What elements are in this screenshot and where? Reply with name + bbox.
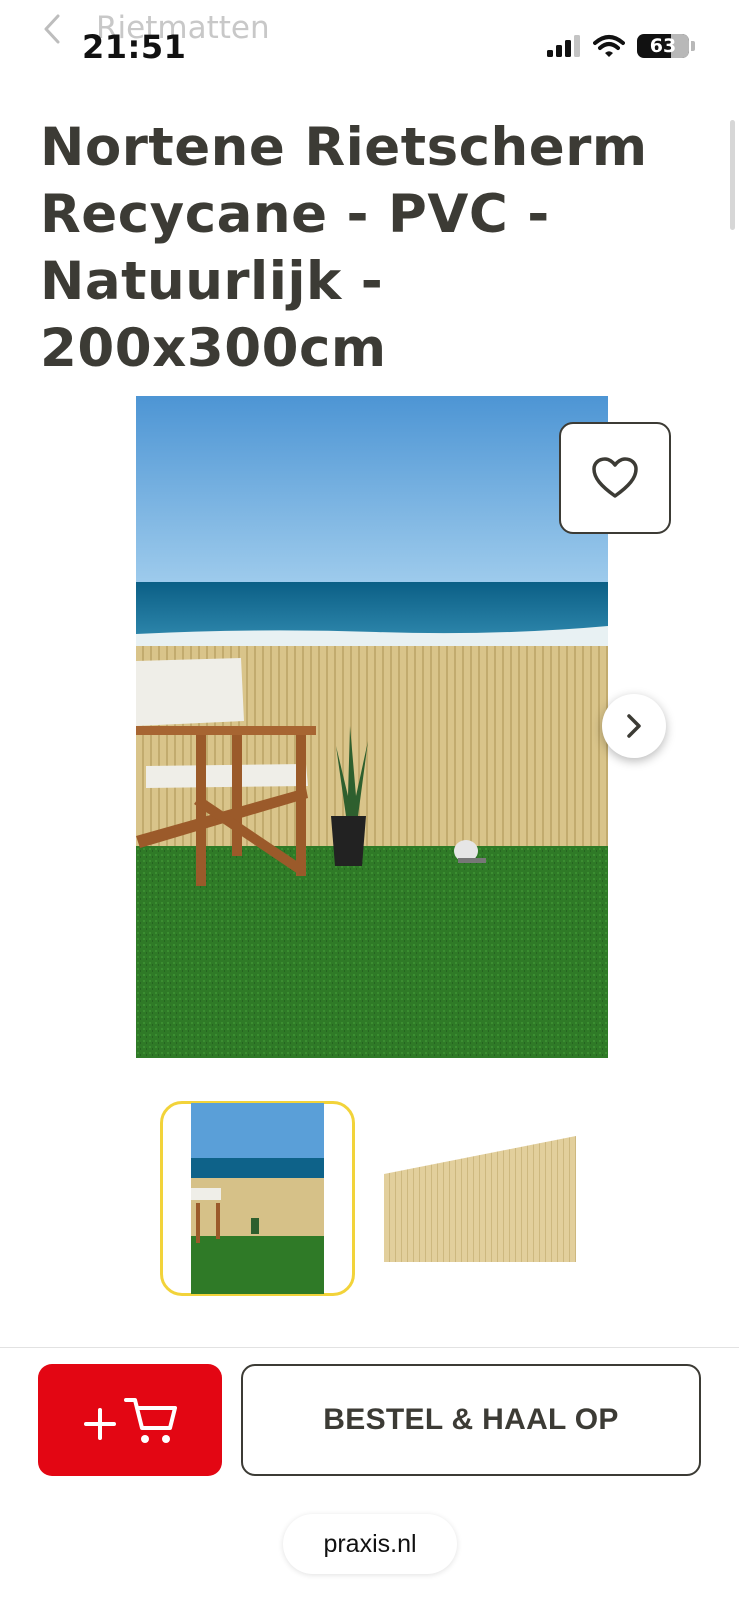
add-to-cart-button[interactable]	[38, 1364, 222, 1476]
heart-icon	[592, 457, 638, 498]
thumbnail-2[interactable]	[384, 1136, 576, 1266]
browser-bar: praxis.nl	[0, 1490, 739, 1600]
signal-icon	[547, 35, 580, 57]
status-icons: 63	[547, 34, 695, 58]
bottom-action-bar: BESTEL & HAAL OP	[0, 1347, 739, 1491]
next-image-button[interactable]	[602, 694, 666, 758]
product-title: Nortene Rietscherm Recycane - PVC - Natu…	[40, 117, 648, 379]
thumbnail-1[interactable]	[160, 1101, 355, 1296]
battery-level: 63	[649, 35, 677, 57]
favorite-button[interactable]	[559, 422, 671, 534]
order-pickup-button[interactable]: BESTEL & HAAL OP	[241, 1364, 701, 1476]
status-bar: Rietmatten 21:51 63	[0, 0, 739, 80]
status-time: 21:51	[82, 28, 187, 66]
scroll-indicator	[730, 120, 735, 230]
plus-icon	[84, 1408, 116, 1440]
battery-icon: 63	[637, 34, 689, 58]
thumbnail-1-image	[191, 1103, 324, 1294]
wifi-icon	[593, 35, 625, 57]
url-bar[interactable]: praxis.nl	[283, 1514, 457, 1574]
cart-icon	[84, 1398, 177, 1443]
chevron-left-icon[interactable]	[40, 12, 64, 46]
chevron-right-icon	[627, 714, 641, 738]
product-main-image[interactable]	[136, 396, 608, 1058]
battery-cap	[691, 41, 695, 51]
